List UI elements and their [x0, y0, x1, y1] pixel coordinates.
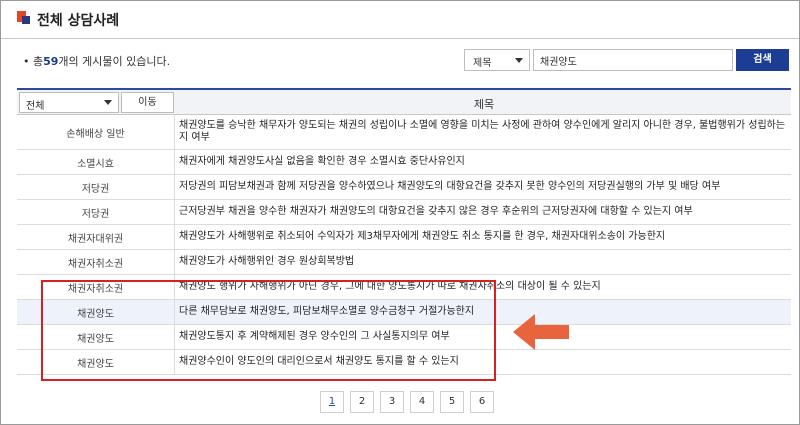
- title-mark-icon: [17, 11, 30, 24]
- chevron-down-icon: [515, 58, 523, 63]
- post-count: • 총 59 개의 게시물이 있습니다.: [23, 53, 170, 69]
- row-title-link[interactable]: 채권양도가 사해행위로 취소되어 수익자가 제3채무자에게 채권양도 취소 통지…: [179, 225, 789, 249]
- page-link-4[interactable]: 4: [410, 391, 434, 413]
- search-field-selected: 제목: [473, 58, 492, 69]
- table-row[interactable]: 저당권 저당권의 피담보채권과 함께 저당권을 양수하였으나 채권양도의 대항요…: [17, 175, 791, 200]
- row-title-link[interactable]: 채권양도를 승낙한 채무자가 양도되는 채권의 성립이나 소멸에 영향을 미치는…: [179, 115, 789, 149]
- post-count-suffix: 개의 게시물이 있습니다.: [58, 55, 171, 68]
- table-row[interactable]: 채권자대위권 채권양도가 사해행위로 취소되어 수익자가 제3채무자에게 채권양…: [17, 225, 791, 250]
- search-button[interactable]: 검색: [736, 49, 789, 71]
- row-category: 저당권: [17, 175, 175, 199]
- move-button[interactable]: 이동: [121, 92, 174, 113]
- table-row[interactable]: 저당권 근저당권부 채권을 양수한 채권자가 채권양도의 대항요건을 갖추지 않…: [17, 200, 791, 225]
- search-input[interactable]: [533, 49, 733, 71]
- row-category: 손해배상 일반: [17, 115, 175, 149]
- row-title-link[interactable]: 저당권의 피담보채권과 함께 저당권을 양수하였으나 채권양도의 대항요건을 갖…: [179, 175, 789, 199]
- table-row[interactable]: 소멸시효 채권자에게 채권양도사실 없음을 확인한 경우 소멸시효 중단사유인지: [17, 150, 791, 175]
- category-filter-selected: 전체: [26, 101, 45, 112]
- table-header: 전체 이동 제목: [17, 88, 791, 115]
- page-link-3[interactable]: 3: [380, 391, 404, 413]
- table-row[interactable]: 손해배상 일반 채권양도를 승낙한 채무자가 양도되는 채권의 성립이나 소멸에…: [17, 115, 791, 150]
- left-arrow-icon: [513, 314, 569, 350]
- page-link-2[interactable]: 2: [350, 391, 374, 413]
- row-title-link[interactable]: 채권자에게 채권양도사실 없음을 확인한 경우 소멸시효 중단사유인지: [179, 150, 789, 174]
- page-link-5[interactable]: 5: [440, 391, 464, 413]
- post-count-prefix: • 총: [23, 55, 44, 68]
- row-category: 소멸시효: [17, 150, 175, 174]
- row-title-link[interactable]: 근저당권부 채권을 양수한 채권자가 채권양도의 대항요건을 갖추지 않은 경우…: [179, 200, 789, 224]
- row-title-link[interactable]: 채권양도가 사해행위인 경우 원상회복방법: [179, 250, 789, 274]
- column-header-title: 제목: [473, 98, 495, 111]
- search-field-select[interactable]: 제목: [464, 49, 530, 71]
- row-category: 채권자취소권: [17, 250, 175, 274]
- row-category: 저당권: [17, 200, 175, 224]
- chevron-down-icon: [104, 100, 112, 105]
- highlight-box: [41, 280, 496, 381]
- row-category: 채권자대위권: [17, 225, 175, 249]
- post-count-number: 59: [43, 55, 59, 68]
- page-link-6[interactable]: 6: [470, 391, 494, 413]
- page-title: 전체 상담사례: [37, 13, 120, 29]
- table-row[interactable]: 채권자취소권 채권양도가 사해행위인 경우 원상회복방법: [17, 250, 791, 275]
- category-filter-select[interactable]: 전체: [19, 92, 119, 113]
- page-header: 전체 상담사례: [1, 1, 799, 39]
- page-link-1[interactable]: 1: [320, 391, 344, 413]
